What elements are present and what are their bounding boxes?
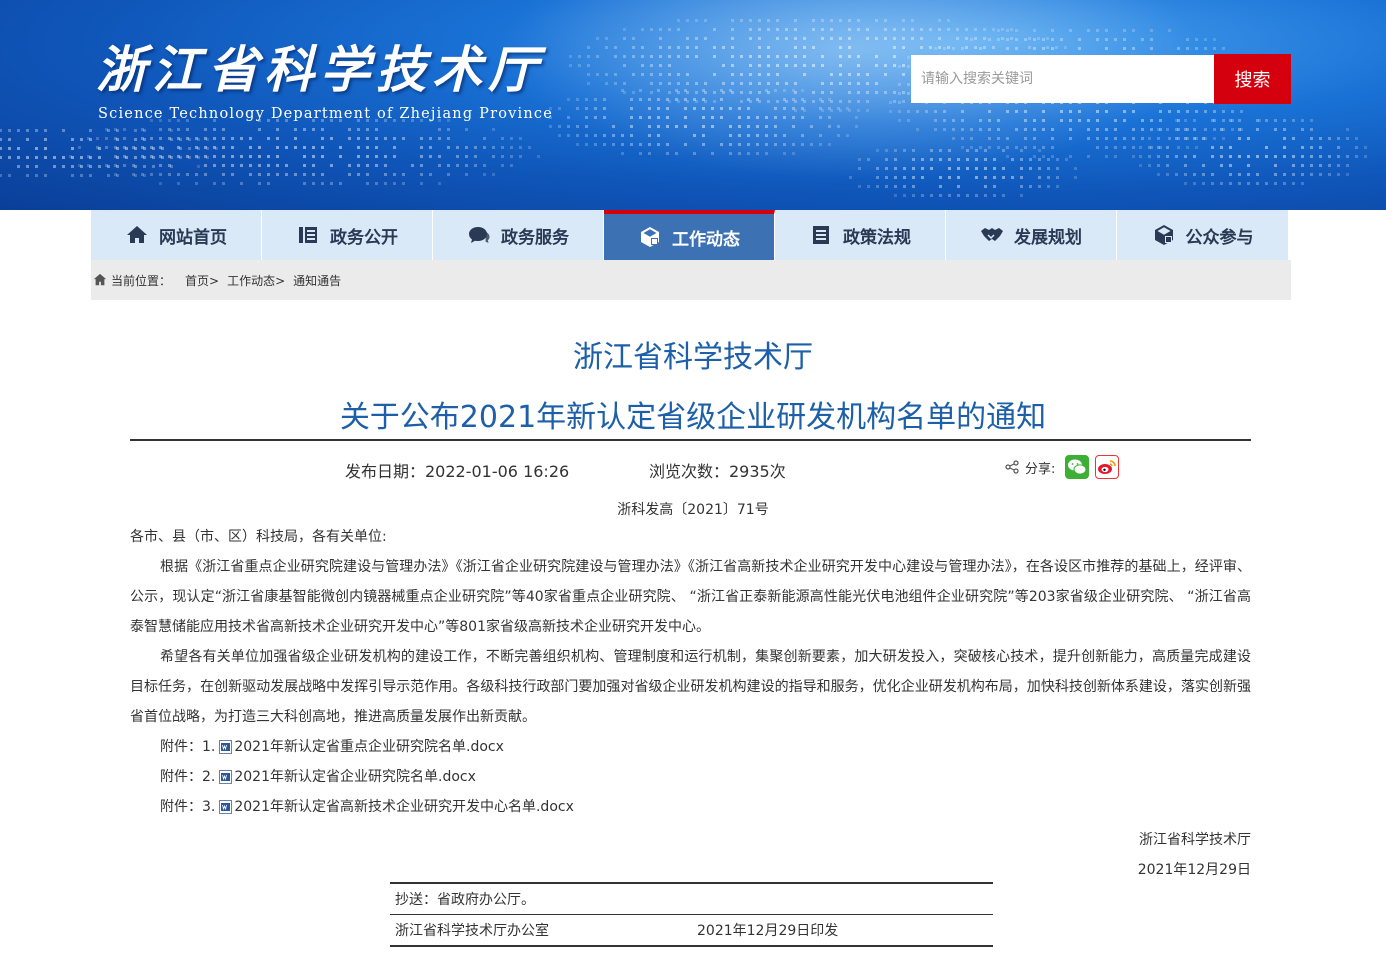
- nav-item-gov-services[interactable]: 政务服务: [433, 210, 604, 260]
- title-divider: [130, 439, 1251, 441]
- issuer-row: 浙江省科学技术厅办公室 2021年12月29日印发: [390, 915, 993, 945]
- search-button[interactable]: 搜索: [1214, 54, 1291, 104]
- people-icon: [1154, 225, 1173, 245]
- nav-item-home[interactable]: 网站首页: [91, 210, 262, 260]
- word-doc-icon: [219, 740, 233, 754]
- header-banner: 浙江省科学技术厅 Science Technology Department o…: [0, 0, 1386, 210]
- nav-item-public-participation[interactable]: 公众参与: [1117, 210, 1288, 260]
- word-doc-icon: [219, 800, 233, 814]
- cc-table: 抄送：省政府办公厅。 浙江省科学技术厅办公室 2021年12月29日印发: [390, 882, 993, 947]
- breadcrumb-work-news[interactable]: 工作动态>: [227, 272, 285, 289]
- nav-item-planning[interactable]: 发展规划: [946, 210, 1117, 260]
- wechat-share-button[interactable]: [1065, 455, 1090, 479]
- main-nav: 网站首页 政务公开 政务服务 工作动态 政策法规 发展规划 公众参与: [91, 210, 1291, 260]
- body-paragraph-1: 根据《浙江省重点企业研究院建设与管理办法》《浙江省企业研究院建设与管理办法》《浙…: [130, 559, 1251, 635]
- attachment-1: 附件：1. 2021年新认定省重点企业研究院名单.docx: [130, 732, 1251, 762]
- signature-date: 2021年12月29日: [1137, 862, 1251, 878]
- issue-date: 2021年12月29日印发: [697, 923, 839, 939]
- share-icon: [1005, 460, 1019, 474]
- word-doc-icon: [219, 770, 233, 784]
- chat-icon: [469, 227, 490, 243]
- nav-item-gov-affairs[interactable]: 政务公开: [262, 210, 433, 260]
- attachment-prefix: 附件：1.: [160, 739, 216, 755]
- handshake-icon: [981, 228, 1003, 241]
- salutation: 各市、县（市、区）科技局，各有关单位:: [130, 529, 387, 545]
- list-icon: [299, 227, 317, 243]
- attachment-link[interactable]: 2021年新认定省高新技术企业研究开发中心名单.docx: [234, 792, 574, 822]
- signature-org: 浙江省科学技术厅: [1139, 832, 1251, 848]
- document-number: 浙科发高〔2021〕71号: [617, 502, 769, 518]
- nav-item-label: 工作动态: [672, 229, 740, 250]
- body-paragraph-2: 希望各有关单位加强省级企业研发机构的建设工作，不断完善组织机构、管理制度和运行机…: [130, 649, 1251, 725]
- home-icon: [127, 226, 147, 243]
- article-body: 各市、县（市、区）科技局，各有关单位: 根据《浙江省重点企业研究院建设与管理办法…: [130, 522, 1251, 822]
- site-logo-title[interactable]: 浙江省科学技术厅: [96, 30, 544, 102]
- share-label: 分享:: [1025, 461, 1056, 477]
- breadcrumb-prefix: 当前位置：: [111, 273, 172, 288]
- nav-item-label: 政策法规: [843, 227, 911, 248]
- home-icon: [93, 273, 107, 286]
- nav-item-label: 政务公开: [330, 227, 398, 248]
- document-icon: [813, 226, 829, 244]
- nav-item-work-news[interactable]: 工作动态: [604, 210, 775, 260]
- weibo-share-button[interactable]: [1095, 455, 1120, 479]
- nav-item-label: 网站首页: [159, 227, 227, 248]
- publish-date: 发布日期：2022-01-06 16:26: [345, 462, 570, 481]
- share-bar: 分享:: [1005, 455, 1120, 479]
- nav-item-label: 政务服务: [501, 227, 569, 248]
- article-title-line2: 关于公布2021年新认定省级企业研发机构名单的通知: [339, 400, 1047, 435]
- attachment-2: 附件：2. 2021年新认定省企业研究院名单.docx: [130, 762, 1251, 792]
- breadcrumb: 当前位置： 首页> 工作动态> 通知通告: [91, 260, 1291, 300]
- article-title-line1: 浙江省科学技术厅: [573, 340, 813, 375]
- cc-row: 抄送：省政府办公厅。: [390, 884, 993, 914]
- search-input[interactable]: [911, 55, 1215, 103]
- nav-item-label: 公众参与: [1185, 227, 1254, 248]
- attachment-link[interactable]: 2021年新认定省企业研究院名单.docx: [234, 762, 476, 792]
- attachment-3: 附件：3. 2021年新认定省高新技术企业研究开发中心名单.docx: [130, 792, 1251, 822]
- breadcrumb-notices[interactable]: 通知通告: [293, 272, 341, 289]
- site-logo-subtitle: Science Technology Department of Zhejian…: [98, 106, 554, 122]
- attachment-link[interactable]: 2021年新认定省重点企业研究院名单.docx: [234, 732, 504, 762]
- issuer-name: 浙江省科学技术厅办公室: [395, 923, 549, 939]
- nav-item-policy[interactable]: 政策法规: [775, 210, 946, 260]
- cc-recipients: 抄送：省政府办公厅。: [395, 892, 535, 908]
- news-icon: [641, 227, 659, 247]
- wechat-icon: [1068, 459, 1087, 475]
- attachment-prefix: 附件：2.: [160, 769, 216, 785]
- view-count: 浏览次数：2935次: [649, 462, 786, 481]
- weibo-icon: [1098, 460, 1117, 474]
- breadcrumb-home[interactable]: 首页>: [185, 272, 219, 289]
- nav-item-label: 发展规划: [1014, 227, 1082, 248]
- attachment-prefix: 附件：3.: [160, 799, 216, 815]
- cc-bottom-rule: [390, 945, 993, 947]
